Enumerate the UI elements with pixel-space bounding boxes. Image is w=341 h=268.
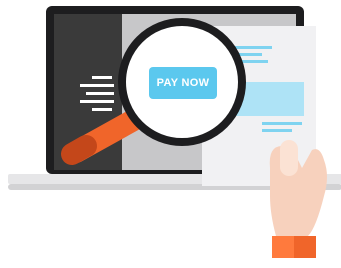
illustration-svg <box>8 6 341 258</box>
payment-illustration: PAY NOW <box>0 0 341 263</box>
pay-now-button: PAY NOW <box>149 67 217 99</box>
